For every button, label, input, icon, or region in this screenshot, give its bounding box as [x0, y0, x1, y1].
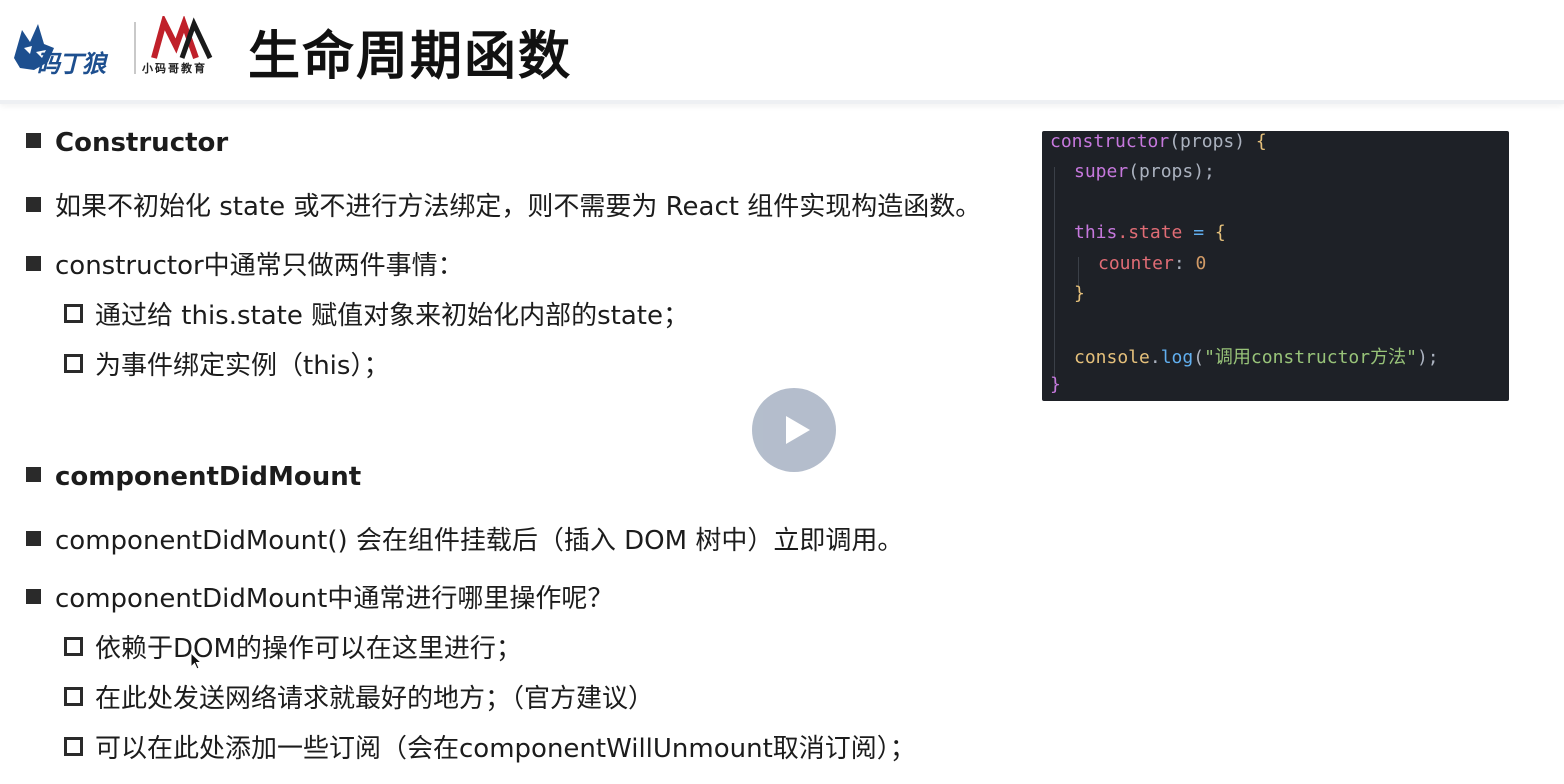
slide-header: 码丁狼 小码哥教育 生命周期函数 [0, 0, 1564, 104]
constructor-line-2: constructor中通常只做两件事情： [26, 245, 464, 282]
code-line-4: this.state = { [1074, 222, 1226, 243]
componentdidmount-line-1: componentDidMount() 会在组件挂载后（插入 DOM 树中）立即… [26, 520, 903, 557]
wolf-logo-text: 码丁狼 [36, 50, 106, 78]
logo-divider [134, 22, 136, 74]
square-bullet-icon [26, 197, 41, 212]
code-line-8: console.log("调用constructor方法"); [1074, 347, 1439, 368]
constructor-line-1: 如果不初始化 state 或不进行方法绑定，则不需要为 React 组件实现构造… [26, 186, 981, 223]
hollow-square-bullet-icon [64, 354, 83, 373]
componentdidmount-sub-1: 依赖于DOM的操作可以在这里进行； [64, 628, 522, 665]
code-line-2: super(props); [1074, 161, 1215, 182]
code-line-9: } [1050, 374, 1061, 395]
code-snippet-panel: constructor(props) { super(props); this.… [1042, 131, 1509, 401]
square-bullet-icon [26, 133, 41, 148]
hollow-square-bullet-icon [64, 304, 83, 323]
code-line-5: counter: 0 [1098, 253, 1207, 274]
square-bullet-icon [26, 531, 41, 546]
componentdidmount-sub-3: 可以在此处添加一些订阅（会在componentWillUnmount取消订阅）； [64, 728, 916, 765]
hollow-square-bullet-icon [64, 687, 83, 706]
square-bullet-icon [26, 589, 41, 604]
hollow-square-bullet-icon [64, 737, 83, 756]
componentdidmount-sub-2: 在此处发送网络请求就最好的地方；（官方建议） [64, 678, 654, 715]
constructor-sub-1: 通过给 this.state 赋值对象来初始化内部的state； [64, 295, 689, 332]
code-line-6: } [1074, 283, 1085, 304]
m-logo-text: 小码哥教育 [142, 62, 207, 75]
play-icon [786, 416, 810, 444]
video-play-button[interactable] [752, 388, 836, 472]
indent-guide [1054, 167, 1055, 391]
hollow-square-bullet-icon [64, 637, 83, 656]
componentdidmount-heading: componentDidMount [26, 462, 361, 492]
code-line-1: constructor(props) { [1050, 131, 1267, 152]
m-logo-icon [151, 16, 213, 60]
constructor-sub-2: 为事件绑定实例（this）； [64, 345, 389, 382]
square-bullet-icon [26, 467, 41, 482]
page-title: 生命周期函数 [248, 27, 573, 87]
square-bullet-icon [26, 256, 41, 271]
mouse-cursor-icon [190, 652, 203, 670]
componentdidmount-line-2: componentDidMount中通常进行哪里操作呢？ [26, 578, 613, 615]
constructor-heading: Constructor [26, 128, 228, 158]
